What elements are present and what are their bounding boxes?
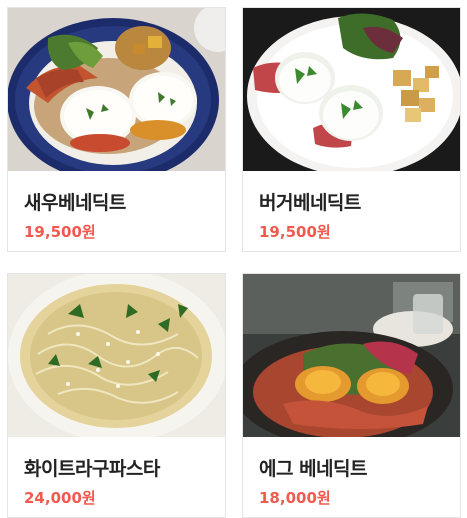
menu-item-price: 24,000원	[24, 489, 96, 507]
menu-card-shrimp-benedict[interactable]: 새우베네딕트 19,500원	[7, 7, 226, 252]
menu-item-price: 18,000원	[259, 489, 331, 507]
menu-item-name: 버거베네딕트	[259, 192, 361, 214]
menu-card-white-ragu-pasta[interactable]: 화이트라구파스타 24,000원	[7, 273, 226, 518]
menu-item-price: 19,500원	[259, 223, 331, 241]
white-ragu-pasta-photo-icon	[8, 274, 225, 437]
menu-item-name: 에그 베네딕트	[259, 458, 368, 480]
shrimp-benedict-photo-icon	[8, 8, 225, 171]
burger-benedict-photo-icon	[243, 8, 460, 171]
menu-item-name: 화이트라구파스타	[24, 458, 160, 480]
menu-card-egg-benedict[interactable]: 에그 베네딕트 18,000원	[242, 273, 461, 518]
menu-card-burger-benedict[interactable]: 버거베네딕트 19,500원	[242, 7, 461, 252]
egg-benedict-photo-icon	[243, 274, 460, 437]
menu-item-name: 새우베네딕트	[24, 192, 126, 214]
menu-item-price: 19,500원	[24, 223, 96, 241]
